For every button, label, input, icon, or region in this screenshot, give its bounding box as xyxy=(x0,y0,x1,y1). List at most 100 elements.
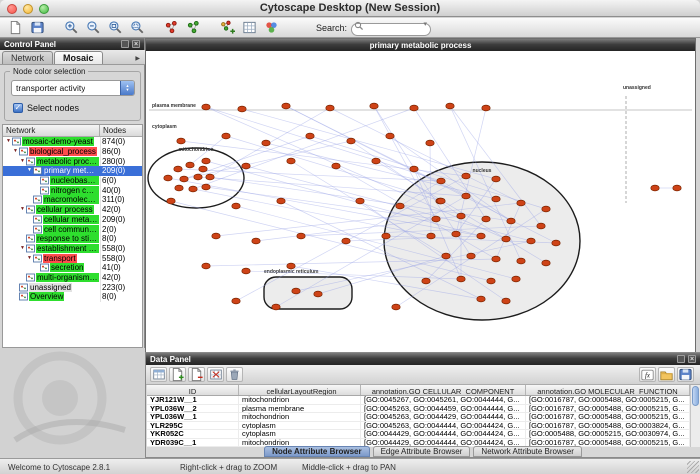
network-node[interactable] xyxy=(477,296,485,302)
network-node[interactable] xyxy=(651,185,659,191)
column-header[interactable]: annotation.GO MOLECULAR_FUNCTION xyxy=(526,385,690,395)
network-node[interactable] xyxy=(212,233,220,239)
collapse-icon[interactable]: ▼ xyxy=(12,147,19,156)
network-node[interactable] xyxy=(542,260,550,266)
network-node[interactable] xyxy=(410,166,418,172)
network-node[interactable] xyxy=(242,268,250,274)
network-node[interactable] xyxy=(452,231,460,237)
zoom-in-icon[interactable] xyxy=(62,19,81,36)
network-node[interactable] xyxy=(175,185,183,191)
annotation-icon[interactable] xyxy=(240,19,259,36)
hide-selected-icon[interactable] xyxy=(162,19,181,36)
table-scrollbar[interactable] xyxy=(690,385,700,447)
network-node[interactable] xyxy=(437,178,445,184)
tab-edge-attribute-browser[interactable]: Edge Attribute Browser xyxy=(373,446,471,457)
network-node[interactable] xyxy=(382,233,390,239)
network-node[interactable] xyxy=(372,158,380,164)
network-node[interactable] xyxy=(457,213,465,219)
network-node[interactable] xyxy=(242,163,250,169)
network-node[interactable] xyxy=(386,133,394,139)
network-node[interactable] xyxy=(202,263,210,269)
network-node[interactable] xyxy=(422,278,430,284)
network-node[interactable] xyxy=(189,186,197,192)
network-node[interactable] xyxy=(222,133,230,139)
table-row[interactable]: YKR052Ccytoplasm[GO:0044429, GO:0044444,… xyxy=(147,430,690,439)
unhide-all-icon[interactable] xyxy=(184,19,203,36)
column-header[interactable]: annotation.GO CELLULAR_COMPONENT xyxy=(361,385,526,395)
network-node[interactable] xyxy=(282,103,290,109)
network-node[interactable] xyxy=(462,193,470,199)
new-network-from-selection-icon[interactable] xyxy=(218,19,237,36)
network-node[interactable] xyxy=(512,276,520,282)
network-node[interactable] xyxy=(482,216,490,222)
network-node[interactable] xyxy=(517,258,525,264)
zoom-out-icon[interactable] xyxy=(84,19,103,36)
network-node[interactable] xyxy=(462,173,470,179)
tree-item[interactable]: macromolecule...311(0) xyxy=(3,195,142,205)
network-node[interactable] xyxy=(167,198,175,204)
network-node[interactable] xyxy=(492,256,500,262)
collapse-icon[interactable]: ▼ xyxy=(26,166,33,175)
network-node[interactable] xyxy=(502,236,510,242)
network-node[interactable] xyxy=(517,200,525,206)
tree-item[interactable]: ▼biological_process86(0) xyxy=(3,147,142,157)
network-node[interactable] xyxy=(492,196,500,202)
tab-mosaic[interactable]: Mosaic xyxy=(54,51,103,64)
network-node[interactable] xyxy=(262,140,270,146)
network-node[interactable] xyxy=(186,162,194,168)
network-node[interactable] xyxy=(202,184,210,190)
network-node[interactable] xyxy=(542,206,550,212)
network-node[interactable] xyxy=(306,133,314,139)
network-edge[interactable] xyxy=(206,107,441,181)
column-header[interactable]: ID xyxy=(147,385,239,395)
select-attributes-icon[interactable] xyxy=(150,367,167,382)
table-row[interactable]: YPL036W__2plasma membrane[GO:0045263, GO… xyxy=(147,405,690,414)
network-node[interactable] xyxy=(180,176,188,182)
collapse-icon[interactable]: ▼ xyxy=(26,254,33,263)
network-node[interactable] xyxy=(370,103,378,109)
tree-item[interactable]: multi-organism pr...42(0) xyxy=(3,273,142,283)
float-data-panel-icon[interactable] xyxy=(677,355,685,363)
network-node[interactable] xyxy=(202,158,210,164)
network-node[interactable] xyxy=(297,233,305,239)
network-node[interactable] xyxy=(673,185,681,191)
network-edge[interactable] xyxy=(193,108,414,189)
network-node[interactable] xyxy=(252,238,260,244)
network-node[interactable] xyxy=(477,233,485,239)
network-node[interactable] xyxy=(202,104,210,110)
column-header[interactable]: _cellularLayoutRegion xyxy=(239,385,361,395)
network-node[interactable] xyxy=(287,263,295,269)
tree-item[interactable]: ▼primary metabo...209(0) xyxy=(3,166,142,176)
formula-builder-icon[interactable]: fx xyxy=(639,367,656,382)
export-table-icon[interactable] xyxy=(677,367,694,382)
network-node[interactable] xyxy=(392,304,400,310)
network-node[interactable] xyxy=(437,198,445,204)
collapse-icon[interactable]: ▼ xyxy=(19,205,26,214)
tree-item[interactable]: ▼establishment of lo...558(0) xyxy=(3,244,142,254)
tree-item[interactable]: secretion41(0) xyxy=(3,263,142,273)
create-attribute-icon[interactable] xyxy=(169,367,186,382)
table-row[interactable]: YPL036W__1mitochondrion[GO:0045263, GO:0… xyxy=(147,413,690,422)
tree-item[interactable]: nitrogen compo...40(0) xyxy=(3,185,142,195)
tree-item[interactable]: unassigned223(0) xyxy=(3,282,142,292)
tree-header-nodes[interactable]: Nodes xyxy=(100,125,142,136)
network-node[interactable] xyxy=(457,276,465,282)
network-node[interactable] xyxy=(427,233,435,239)
trash-icon[interactable] xyxy=(226,367,243,382)
close-panel-icon[interactable]: × xyxy=(132,40,140,48)
network-node[interactable] xyxy=(174,166,182,172)
network-node[interactable] xyxy=(199,166,207,172)
tree-item[interactable]: response to stimu...8(0) xyxy=(3,234,142,244)
network-node[interactable] xyxy=(410,105,418,111)
network-node[interactable] xyxy=(277,198,285,204)
float-panel-icon[interactable] xyxy=(121,40,129,48)
import-table-icon[interactable] xyxy=(658,367,675,382)
network-node[interactable] xyxy=(287,158,295,164)
tree-item[interactable]: Overview8(0) xyxy=(3,292,142,302)
zoom-fit-icon[interactable] xyxy=(128,19,147,36)
save-icon[interactable] xyxy=(28,19,47,36)
collapse-icon[interactable]: ▼ xyxy=(5,137,12,146)
tree-item[interactable]: nucleobase...6(0) xyxy=(3,176,142,186)
network-node[interactable] xyxy=(238,106,246,112)
node-color-dropdown[interactable]: transporter activity ▲▼ xyxy=(11,80,135,96)
